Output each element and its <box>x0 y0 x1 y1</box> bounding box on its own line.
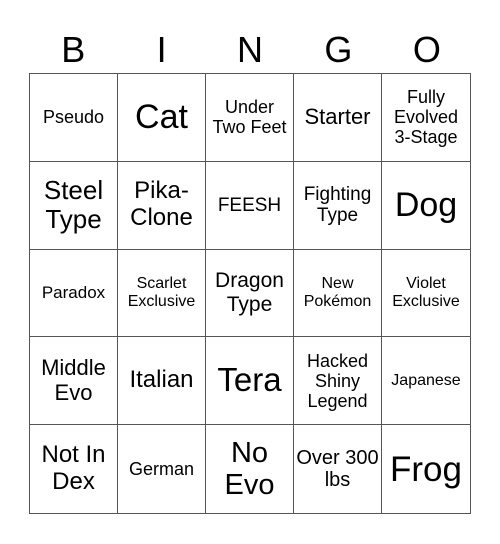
bingo-cell[interactable]: Japanese <box>382 337 470 426</box>
header-letter-i: I <box>156 29 167 70</box>
bingo-grid: Pseudo Cat Under Two Feet Starter Fully Evol… <box>29 73 471 514</box>
bingo-cell[interactable]: Tera <box>206 337 294 426</box>
bingo-cell[interactable]: Paradox <box>30 249 118 338</box>
bingo-cell[interactable]: Fully Evolved 3-Stage <box>382 74 470 162</box>
bingo-cell[interactable]: Hacked Shiny Legend <box>294 337 382 426</box>
bingo-cell[interactable]: Frog <box>382 425 470 513</box>
bingo-cell[interactable]: Over 300 lbs <box>294 425 382 513</box>
bingo-cell[interactable]: No Evo <box>206 425 294 513</box>
bingo-cell[interactable]: Fighting Type <box>294 161 382 250</box>
bingo-cell[interactable]: Italian <box>118 337 206 426</box>
bingo-cell[interactable]: Middle Evo <box>30 337 118 426</box>
bingo-cell[interactable]: New Pokémon <box>294 249 382 338</box>
bingo-cell[interactable]: Cat <box>118 74 206 162</box>
bingo-cell[interactable]: Dragon Type <box>206 249 294 338</box>
bingo-cell[interactable]: Violet Exclusive <box>382 250 470 338</box>
header-letter-b: B <box>61 29 86 70</box>
bingo-cell[interactable]: FEESH <box>206 161 294 250</box>
bingo-cell[interactable]: Starter <box>294 74 382 162</box>
bingo-cell[interactable]: Not In Dex <box>30 425 118 513</box>
bingo-cell[interactable]: Scarlet Exclusive <box>118 249 206 338</box>
bingo-cell[interactable]: Under Two Feet <box>206 74 294 162</box>
bingo-cell[interactable]: Pika-Clone <box>118 161 206 250</box>
header-letter-n: N <box>237 29 264 70</box>
header-letter-g: G <box>324 29 353 70</box>
bingo-cell[interactable]: Dog <box>382 162 470 250</box>
bingo-cell[interactable]: Steel Type <box>30 161 118 250</box>
header-letter-o: O <box>412 29 441 70</box>
bingo-cell[interactable]: German <box>118 425 206 513</box>
bingo-header: B I N G O <box>29 28 471 72</box>
bingo-cell[interactable]: Pseudo <box>30 74 118 162</box>
